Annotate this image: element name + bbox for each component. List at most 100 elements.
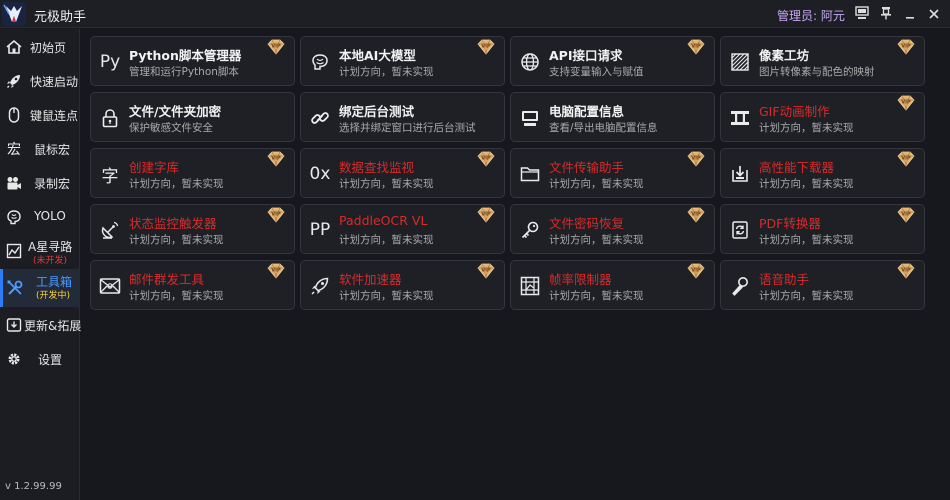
tool-subtitle: 计划方向，暂未实现 — [549, 234, 644, 246]
microphone-icon — [729, 274, 751, 298]
tool-title: 本地AI大模型 — [339, 48, 416, 63]
tool-card-local-ai[interactable]: 本地AI大模型 计划方向，暂未实现 VIP — [300, 36, 505, 86]
update-icon — [5, 316, 23, 334]
svg-text:VIP: VIP — [481, 268, 491, 274]
svg-text:VIP: VIP — [481, 156, 491, 162]
tool-card-pdf-converter[interactable]: PDF转换器 计划方向，暂未实现 VIP — [720, 204, 925, 254]
film-icon — [729, 106, 751, 130]
tool-subtitle: 计划方向，暂未实现 — [339, 234, 434, 246]
sidebar-item-update[interactable]: 更新&拓展 — [0, 308, 81, 342]
tool-card-mass-mail[interactable]: 邮件群发工具 计划方向，暂未实现 VIP — [90, 260, 295, 310]
sidebar-item-settings[interactable]: 设置 — [0, 342, 80, 376]
rocket-icon — [5, 72, 23, 90]
tool-subtitle: 计划方向，暂未实现 — [129, 290, 224, 302]
mouse-icon — [5, 106, 23, 124]
camera-icon — [5, 174, 23, 192]
vip-badge-icon: VIP — [896, 207, 916, 223]
tool-title: 文件传输助手 — [549, 160, 625, 175]
vip-badge-icon: VIP — [686, 39, 706, 55]
svg-text:VIP: VIP — [901, 44, 911, 50]
tool-card-gif-maker[interactable]: GIF动画制作 计划方向，暂未实现 VIP — [720, 92, 925, 142]
sidebar-item-auto-click[interactable]: 键鼠连点 — [0, 98, 80, 132]
tool-card-fps-limiter[interactable]: 帧率限制器 计划方向，暂未实现 VIP — [510, 260, 715, 310]
svg-text:VIP: VIP — [481, 44, 491, 50]
tool-card-downloader[interactable]: 高性能下载器 计划方向，暂未实现 VIP — [720, 148, 925, 198]
tool-subtitle: 计划方向，暂未实现 — [759, 290, 854, 302]
tool-subtitle: 计划方向，暂未实现 — [339, 66, 434, 78]
svg-text:VIP: VIP — [271, 212, 281, 218]
folder-icon — [519, 162, 541, 186]
tool-subtitle: 计划方向，暂未实现 — [339, 178, 434, 190]
minimize-icon — [904, 5, 916, 24]
tool-card-pc-config[interactable]: 电脑配置信息 查看/导出电脑配置信息 — [510, 92, 715, 142]
admin-label: 管理员: 阿元 — [777, 7, 845, 24]
brain-icon — [5, 208, 23, 226]
tool-title: 绑定后台测试 — [339, 104, 415, 119]
tool-card-paddleocr[interactable]: PP PaddleOCR VL 计划方向，暂未实现 VIP — [300, 204, 505, 254]
sidebar-item-mouse-macro[interactable]: 宏 鼠标宏 — [0, 132, 80, 166]
sidebar-item-label: 鼠标宏 — [34, 143, 71, 157]
svg-text:VIP: VIP — [691, 212, 701, 218]
svg-text:VIP: VIP — [691, 156, 701, 162]
lock-icon — [99, 106, 121, 130]
rocket-icon — [309, 274, 331, 298]
close-icon — [928, 5, 940, 24]
tool-title: 像素工坊 — [759, 48, 810, 63]
tool-title: GIF动画制作 — [759, 104, 830, 119]
link-icon — [309, 106, 331, 130]
minimize-button[interactable] — [900, 4, 920, 24]
sidebar-item-record-macro[interactable]: 录制宏 — [0, 166, 80, 200]
tool-card-file-transfer[interactable]: 文件传输助手 计划方向，暂未实现 VIP — [510, 148, 715, 198]
mini-mode-button[interactable] — [852, 4, 872, 24]
pin-button[interactable] — [876, 4, 896, 24]
tool-title: 数据查找监视 — [339, 160, 415, 175]
tool-title: PaddleOCR VL — [339, 213, 428, 228]
tool-title: Python脚本管理器 — [129, 48, 242, 63]
tool-subtitle: 计划方向，暂未实现 — [549, 178, 644, 190]
tool-subtitle: 计划方向，暂未实现 — [759, 234, 854, 246]
tool-subtitle: 支持变量输入与赋值 — [549, 66, 644, 78]
tool-subtitle: 计划方向，暂未实现 — [339, 290, 434, 302]
vip-badge-icon: VIP — [686, 151, 706, 167]
tool-card-bind-background[interactable]: 绑定后台测试 选择并绑定窗口进行后台测试 — [300, 92, 505, 142]
tool-card-data-monitor[interactable]: 0x 数据查找监视 计划方向，暂未实现 VIP — [300, 148, 505, 198]
sidebar-item-home[interactable]: 初始页 — [0, 30, 80, 64]
status-badge: (开发中) — [36, 291, 71, 301]
tool-card-pixel-workshop[interactable]: 像素工坊 图片转像素与配色的映射 VIP — [720, 36, 925, 86]
version-label: v 1.2.99.99 — [5, 481, 62, 492]
svg-text:VIP: VIP — [691, 44, 701, 50]
sidebar-item-a-star[interactable]: A星寻路 (未开发) — [0, 234, 80, 268]
svg-text:VIP: VIP — [901, 268, 911, 274]
tool-card-status-trigger[interactable]: 状态监控触发器 计划方向，暂未实现 VIP — [90, 204, 295, 254]
tool-subtitle: 保护敏感文件安全 — [129, 122, 213, 134]
tool-card-create-font[interactable]: 字 创建字库 计划方向，暂未实现 VIP — [90, 148, 295, 198]
tool-subtitle: 管理和运行Python脚本 — [129, 66, 239, 78]
sidebar-item-label: 设置 — [38, 353, 63, 367]
svg-text:VIP: VIP — [901, 212, 911, 218]
vip-badge-icon: VIP — [686, 207, 706, 223]
sidebar-item-quick-launch[interactable]: 快速启动 — [0, 64, 80, 98]
font-char-icon: 字 — [101, 166, 119, 187]
tool-title: 软件加速器 — [339, 272, 402, 287]
tool-card-api-request[interactable]: API接口请求 支持变量输入与赋值 VIP — [510, 36, 715, 86]
tool-title: 创建字库 — [129, 160, 180, 175]
brain-icon — [309, 50, 331, 74]
vip-badge-icon: VIP — [476, 151, 496, 167]
tool-title: 电脑配置信息 — [549, 104, 625, 119]
tool-card-software-accelerator[interactable]: 软件加速器 计划方向，暂未实现 VIP — [300, 260, 505, 310]
tool-card-python-manager[interactable]: Py Python脚本管理器 管理和运行Python脚本 VIP — [90, 36, 295, 86]
sidebar-item-yolo[interactable]: YOLO — [0, 200, 80, 234]
tool-card-password-recovery[interactable]: 文件密码恢复 计划方向，暂未实现 VIP — [510, 204, 715, 254]
tools-icon — [6, 279, 24, 297]
sidebar-item-toolbox[interactable]: 工具箱 (开发中) — [0, 269, 80, 307]
vip-badge-icon: VIP — [266, 263, 286, 279]
tool-card-voice-assistant[interactable]: 语音助手 计划方向，暂未实现 VIP — [720, 260, 925, 310]
tool-subtitle: 计划方向，暂未实现 — [759, 122, 854, 134]
sidebar-item-label: YOLO — [34, 209, 66, 223]
tool-card-file-encryption[interactable]: 文件/文件夹加密 保护敏感文件安全 — [90, 92, 295, 142]
convert-icon — [729, 218, 751, 242]
close-button[interactable] — [924, 4, 944, 24]
pp-icon: PP — [309, 220, 331, 240]
tool-subtitle: 图片转像素与配色的映射 — [759, 66, 875, 78]
tool-title: 文件密码恢复 — [549, 216, 625, 231]
